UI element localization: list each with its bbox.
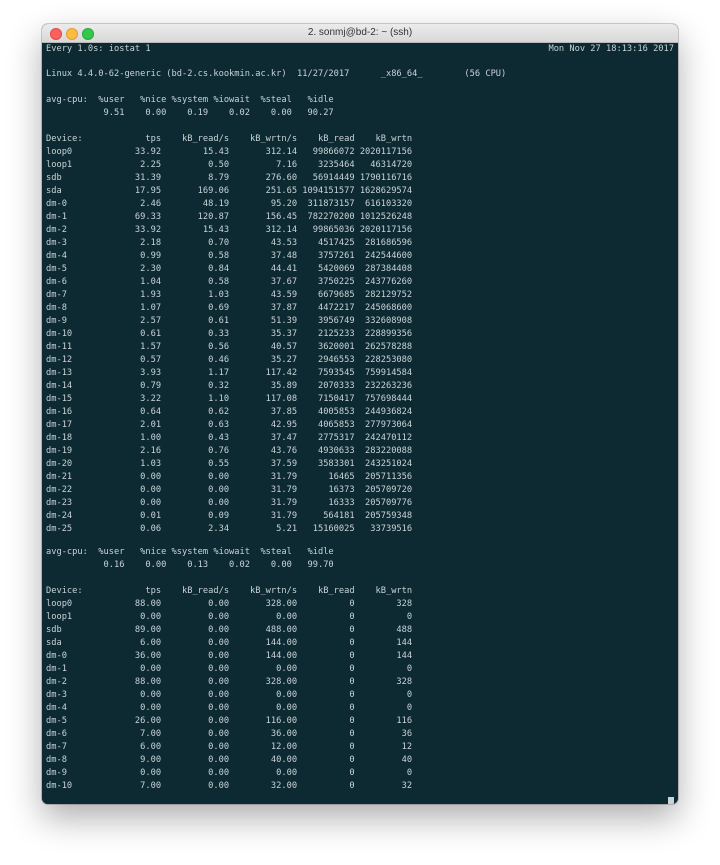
device-row: dm-1 69.33 120.87 156.45 782270200 10125… bbox=[46, 212, 413, 222]
device-row: loop0 88.00 0.00 328.00 0 328 bbox=[46, 599, 413, 609]
device-row: dm-16 0.64 0.62 37.85 4005853 244936824 bbox=[46, 407, 413, 417]
watch-timestamp: Mon Nov 27 18:13:16 2017 bbox=[548, 44, 674, 54]
device-row: dm-3 0.00 0.00 0.00 0 0 bbox=[46, 690, 413, 700]
terminal-output[interactable]: Every 1.0s: iostat 1 Mon Nov 27 18:13:16… bbox=[42, 43, 678, 804]
device-header-1: Device: tps kB_read/s kB_wrtn/s kB_read … bbox=[46, 134, 413, 144]
device-row: dm-8 9.00 0.00 40.00 0 40 bbox=[46, 755, 413, 765]
device-row: dm-0 36.00 0.00 144.00 0 144 bbox=[46, 651, 413, 661]
terminal-window: 2. sonmj@bd-2: ~ (ssh) Every 1.0s: iosta… bbox=[42, 24, 678, 804]
device-row: dm-7 1.93 1.03 43.59 6679685 282129752 bbox=[46, 290, 413, 300]
device-row: dm-9 2.57 0.61 51.39 3956749 332608908 bbox=[46, 316, 413, 326]
device-row: sdb 31.39 8.79 276.60 56914449 179011671… bbox=[46, 173, 413, 183]
device-row: dm-5 26.00 0.00 116.00 0 116 bbox=[46, 716, 413, 726]
device-row: loop1 0.00 0.00 0.00 0 0 bbox=[46, 612, 413, 622]
device-row: dm-11 1.57 0.56 40.57 3620001 262578288 bbox=[46, 342, 413, 352]
device-row: dm-10 0.61 0.33 35.37 2125233 228899356 bbox=[46, 329, 413, 339]
device-row: dm-7 6.00 0.00 12.00 0 12 bbox=[46, 742, 413, 752]
device-row: loop1 2.25 0.50 7.16 3235464 46314720 bbox=[46, 160, 413, 170]
device-row: sda 6.00 0.00 144.00 0 144 bbox=[46, 638, 413, 648]
device-row: dm-3 2.18 0.70 43.53 4517425 281686596 bbox=[46, 238, 413, 248]
device-row: dm-13 3.93 1.17 117.42 7593545 759914584 bbox=[46, 368, 413, 378]
device-row: sda 17.95 169.06 251.65 1094151577 16286… bbox=[46, 186, 413, 196]
device-row: dm-12 0.57 0.46 35.27 2946553 228253080 bbox=[46, 355, 413, 365]
device-row: dm-18 1.00 0.43 37.47 2775317 242470112 bbox=[46, 433, 413, 443]
device-row: dm-19 2.16 0.76 43.76 4930633 283220088 bbox=[46, 446, 413, 456]
device-row: dm-25 0.06 2.34 5.21 15160025 33739516 bbox=[46, 524, 413, 534]
cpu-values-1: 9.51 0.00 0.19 0.02 0.00 90.27 bbox=[46, 108, 334, 118]
device-row: dm-14 0.79 0.32 35.89 2070333 232263236 bbox=[46, 381, 413, 391]
watch-command: Every 1.0s: iostat 1 bbox=[46, 44, 151, 54]
device-row: dm-2 33.92 15.43 312.14 99865036 2020117… bbox=[46, 225, 413, 235]
window-title: 2. sonmj@bd-2: ~ (ssh) bbox=[307, 27, 413, 38]
device-row: dm-21 0.00 0.00 31.79 16465 205711356 bbox=[46, 472, 413, 482]
cpu-header-2: avg-cpu: %user %nice %system %iowait %st… bbox=[46, 547, 334, 557]
cpu-header-1: avg-cpu: %user %nice %system %iowait %st… bbox=[46, 95, 334, 105]
device-row: dm-6 1.04 0.58 37.67 3750225 243776260 bbox=[46, 277, 413, 287]
device-row: dm-5 2.30 0.84 44.41 5420069 287384408 bbox=[46, 264, 413, 274]
device-row: dm-2 88.00 0.00 328.00 0 328 bbox=[46, 677, 413, 687]
device-row: dm-22 0.00 0.00 31.79 16373 205709720 bbox=[46, 485, 413, 495]
device-row: dm-17 2.01 0.63 42.95 4065853 277973064 bbox=[46, 420, 413, 430]
cpu-values-2: 0.16 0.00 0.13 0.02 0.00 99.70 bbox=[46, 560, 334, 570]
device-row: dm-6 7.00 0.00 36.00 0 36 bbox=[46, 729, 413, 739]
device-row: dm-15 3.22 1.10 117.08 7150417 757698444 bbox=[46, 394, 413, 404]
device-row: dm-10 7.00 0.00 32.00 0 32 bbox=[46, 781, 413, 791]
title-bar[interactable]: 2. sonmj@bd-2: ~ (ssh) bbox=[42, 24, 678, 43]
device-row: dm-24 0.01 0.09 31.79 564181 205759348 bbox=[46, 511, 413, 521]
device-row: dm-0 2.46 48.19 95.20 311873157 61610332… bbox=[46, 199, 413, 209]
device-header-2: Device: tps kB_read/s kB_wrtn/s kB_read … bbox=[46, 586, 413, 596]
device-row: dm-8 1.07 0.69 37.87 4472217 245068600 bbox=[46, 303, 413, 313]
device-row: dm-23 0.00 0.00 31.79 16333 205709776 bbox=[46, 498, 413, 508]
device-row: dm-9 0.00 0.00 0.00 0 0 bbox=[46, 768, 413, 778]
device-row: dm-20 1.03 0.55 37.59 3583301 243251024 bbox=[46, 459, 413, 469]
device-row: dm-1 0.00 0.00 0.00 0 0 bbox=[46, 664, 413, 674]
device-row: dm-4 0.99 0.58 37.48 3757261 242544600 bbox=[46, 251, 413, 261]
device-row: dm-4 0.00 0.00 0.00 0 0 bbox=[46, 703, 413, 713]
device-row: loop0 33.92 15.43 312.14 99866072 202011… bbox=[46, 147, 413, 157]
system-info-line: Linux 4.4.0-62-generic (bd-2.cs.kookmin.… bbox=[46, 69, 507, 79]
cursor-block bbox=[668, 797, 674, 804]
device-row: sdb 89.00 0.00 488.00 0 488 bbox=[46, 625, 413, 635]
